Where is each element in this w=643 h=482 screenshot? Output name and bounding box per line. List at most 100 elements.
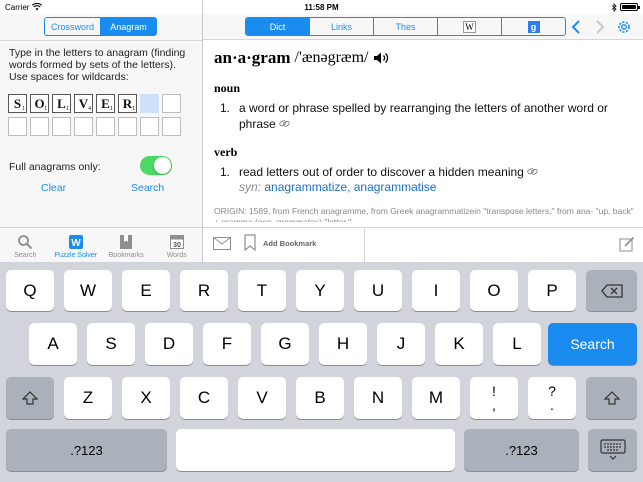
key-m[interactable]: M [412,377,460,419]
segment-google[interactable]: g [501,18,565,35]
link-icon[interactable] [527,167,538,176]
synonym-links[interactable]: anagrammatize, anagrammatise [264,180,436,194]
full-anagrams-toggle[interactable] [140,156,172,175]
key-k[interactable]: K [435,323,483,365]
segment-anagram[interactable]: Anagram [100,18,156,35]
speaker-icon[interactable] [373,51,389,65]
empty-tile[interactable] [30,117,49,136]
active-empty-tile[interactable] [140,94,159,113]
tab-puzzle-solver[interactable]: W Puzzle Solver [51,228,102,262]
empty-tile[interactable] [162,117,181,136]
clear-button[interactable]: Clear [41,182,66,194]
letter-tile[interactable]: R1 [118,94,137,113]
divider [364,228,365,262]
key-v[interactable]: V [238,377,286,419]
key-b[interactable]: B [296,377,344,419]
numbers-key-right[interactable]: .?123 [464,429,579,471]
segment-thes[interactable]: Thes [373,18,437,35]
definition-text-value: a word or phrase spelled by rearranging … [239,101,608,131]
back-button[interactable] [568,18,584,36]
compose-icon[interactable] [619,236,635,252]
key-w[interactable]: W [64,270,112,311]
tile-letter: E [101,95,110,111]
toggle-knob [154,157,171,174]
tile-score: 1 [66,106,69,112]
search-key[interactable]: Search [548,323,637,365]
definition-text-value: read letters out of order to discover a … [239,165,524,179]
key-d[interactable]: D [145,323,193,365]
part-of-speech-verb: verb [214,145,238,159]
synonyms-row: syn: anagrammatize, anagrammatise [239,180,634,194]
google-icon: g [527,20,540,33]
key-f[interactable]: F [203,323,251,365]
key-z[interactable]: Z [64,377,112,419]
empty-tile[interactable] [118,117,137,136]
letter-tile[interactable]: L1 [52,94,71,113]
segment-links[interactable]: Links [309,18,373,35]
mail-icon[interactable] [213,237,231,250]
empty-tile[interactable] [96,117,115,136]
link-icon[interactable] [279,119,290,128]
key-o[interactable]: O [470,270,518,311]
space-key[interactable] [176,429,455,471]
key-c[interactable]: C [180,377,228,419]
empty-tile[interactable] [140,117,159,136]
shift-key-right[interactable] [586,377,637,419]
add-bookmark-button[interactable]: Add Bookmark [263,239,316,248]
empty-tile[interactable] [74,117,93,136]
shift-icon [22,391,38,405]
key-question-period[interactable]: ?. [528,377,576,419]
empty-tile[interactable] [8,117,27,136]
segment-dict[interactable]: Dict [246,18,309,35]
key-j[interactable]: J [377,323,425,365]
tab-words[interactable]: 30 Words [152,228,203,262]
key-e[interactable]: E [122,270,170,311]
backspace-key[interactable] [586,270,637,311]
key-a[interactable]: A [29,323,77,365]
segment-crossword[interactable]: Crossword [45,18,100,35]
key-r[interactable]: R [180,270,228,311]
letter-tile[interactable]: V4 [74,94,93,113]
hide-keyboard-key[interactable] [588,429,637,471]
letter-tile[interactable]: E1 [96,94,115,113]
wikipedia-icon: W [463,20,476,33]
tile-letter: V [78,95,89,111]
tab-label: Bookmarks [108,252,144,259]
tab-search[interactable]: Search [0,228,51,262]
tab-bar: Search W Puzzle Solver Bookmarks 30 Word… [0,227,202,262]
punct-top: ? [548,383,556,399]
settings-button[interactable] [616,18,632,36]
key-y[interactable]: Y [296,270,344,311]
key-q[interactable]: Q [6,270,54,311]
empty-tile[interactable] [52,117,71,136]
bookmark-icon [120,235,133,249]
key-i[interactable]: I [412,270,460,311]
bookmark-icon[interactable] [244,234,256,252]
calendar-icon: 30 [169,235,184,249]
empty-tile[interactable] [162,94,181,113]
letter-tile[interactable]: O1 [30,94,49,113]
tile-letter: R [122,95,133,111]
tile-score: 1 [132,106,135,112]
key-g[interactable]: G [261,323,309,365]
tab-bookmarks[interactable]: Bookmarks [101,228,152,262]
forward-button[interactable] [592,18,608,36]
key-t[interactable]: T [238,270,286,311]
key-x[interactable]: X [122,377,170,419]
definition-content: an·a·gram /'ænəgræm/ noun 1. a word or p… [214,48,634,222]
letter-tile[interactable]: S1 [8,94,27,113]
key-u[interactable]: U [354,270,402,311]
definition-number: 1. [219,165,230,179]
key-n[interactable]: N [354,377,402,419]
key-p[interactable]: P [528,270,576,311]
shift-key-left[interactable] [6,377,54,419]
search-button[interactable]: Search [131,182,164,194]
segment-wikipedia[interactable]: W [437,18,501,35]
letter-tile-grid[interactable]: S1 O1 L1 V4 E1 R1 [8,94,181,136]
key-h[interactable]: H [319,323,367,365]
key-s[interactable]: S [87,323,135,365]
key-l[interactable]: L [493,323,541,365]
numbers-key-left[interactable]: .?123 [6,429,167,471]
tile-score: 1 [110,106,113,112]
key-exclaim-comma[interactable]: !, [470,377,518,419]
